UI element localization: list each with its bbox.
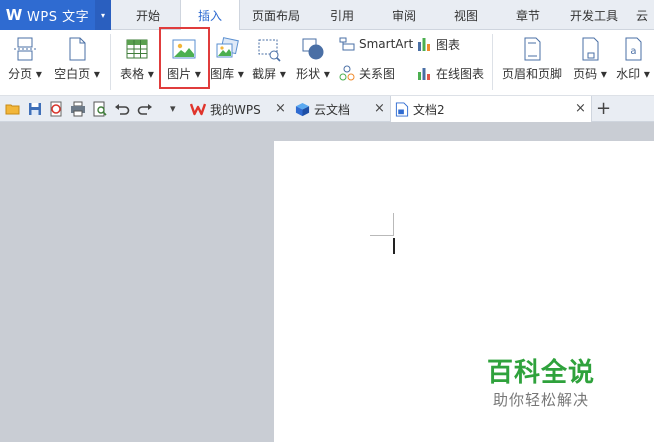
shapes-button[interactable]: 形状 ▾ bbox=[292, 30, 334, 96]
word-document-icon bbox=[395, 102, 409, 117]
document-tab-bar: ▾ 我的WPS × 云文档 × 文档2 × + bbox=[0, 96, 654, 123]
app-menu-button[interactable]: W WPS 文字 ▾ bbox=[0, 0, 111, 30]
document-page[interactable] bbox=[274, 141, 654, 442]
watermark-button[interactable]: a 水印 ▾ bbox=[612, 30, 654, 96]
header-footer-label: 页眉和页脚 bbox=[501, 67, 562, 81]
table-button[interactable]: 表格 ▾ bbox=[116, 30, 158, 96]
undo-icon[interactable] bbox=[114, 101, 130, 117]
svg-text:a: a bbox=[630, 46, 636, 57]
menu-tab-chapter[interactable]: 章节 bbox=[502, 0, 554, 30]
new-tab-plus-icon[interactable]: + bbox=[596, 96, 611, 122]
tab-cloud-docs[interactable]: 云文档 bbox=[295, 96, 350, 122]
smartart-label: SmartArt bbox=[359, 37, 414, 51]
page-break-label: 分页 ▾ bbox=[8, 67, 42, 81]
online-chart-label: 在线图表 bbox=[436, 66, 485, 81]
table-icon bbox=[126, 39, 148, 59]
header-footer-icon bbox=[524, 37, 541, 61]
ribbon-insert: 分页 ▾ 空白页 ▾ 表格 ▾ 图片 ▾ 图库 ▾ 截屏 ▾ 形状 ▾ Smar… bbox=[0, 30, 654, 96]
tab-list-dropdown-icon[interactable]: ▾ bbox=[170, 96, 176, 122]
menu-tab-page-layout[interactable]: 页面布局 bbox=[244, 0, 308, 30]
menu-tab-cloud[interactable]: 云 bbox=[636, 0, 654, 30]
menu-tab-view[interactable]: 视图 bbox=[440, 0, 492, 30]
wps-logo-icon: W bbox=[5, 6, 23, 24]
watermark-label: 水印 ▾ bbox=[616, 67, 650, 81]
export-pdf-icon[interactable] bbox=[48, 101, 64, 117]
online-chart-button[interactable]: 在线图表 bbox=[416, 63, 484, 83]
tab-my-wps-close-icon[interactable]: × bbox=[275, 96, 286, 122]
menu-bar: W WPS 文字 ▾ 开始 插入 页面布局 引用 审阅 视图 章节 开发工具 云 bbox=[0, 0, 654, 31]
smartart-icon bbox=[339, 37, 355, 51]
tab-document-2-close-icon[interactable]: × bbox=[575, 96, 586, 122]
gallery-icon bbox=[216, 37, 239, 58]
save-icon[interactable] bbox=[27, 101, 43, 117]
margin-corner-mark bbox=[370, 235, 394, 236]
relation-chart-icon bbox=[339, 65, 355, 81]
cloud-cube-icon bbox=[295, 102, 310, 116]
text-cursor bbox=[393, 238, 395, 254]
tab-my-wps-label: 我的WPS bbox=[210, 102, 261, 117]
online-chart-icon bbox=[418, 68, 430, 80]
watermark-brand-title: 百科全说 bbox=[487, 358, 596, 388]
watermark-brand-subtitle: 助你轻松解决 bbox=[493, 391, 590, 409]
shapes-label: 形状 ▾ bbox=[296, 67, 330, 81]
ribbon-separator bbox=[492, 34, 493, 90]
page-break-button[interactable]: 分页 ▾ bbox=[4, 30, 46, 96]
margin-corner-mark bbox=[393, 213, 394, 235]
ribbon-separator bbox=[110, 34, 111, 90]
relation-chart-label: 关系图 bbox=[359, 66, 396, 81]
menu-tab-developer[interactable]: 开发工具 bbox=[564, 0, 624, 30]
menu-tab-references[interactable]: 引用 bbox=[316, 0, 368, 30]
chart-button[interactable]: 图表 bbox=[416, 34, 460, 54]
relation-chart-button[interactable]: 关系图 bbox=[339, 63, 395, 83]
screenshot-icon bbox=[258, 39, 281, 62]
table-label: 表格 ▾ bbox=[120, 67, 154, 81]
watermark-icon: a bbox=[625, 37, 642, 61]
tab-cloud-docs-label: 云文档 bbox=[314, 102, 351, 117]
tab-document-2-label: 文档2 bbox=[413, 103, 445, 117]
chart-label: 图表 bbox=[436, 37, 461, 52]
redo-icon[interactable] bbox=[137, 101, 153, 117]
page-number-label: 页码 ▾ bbox=[573, 67, 607, 81]
blank-page-icon bbox=[69, 37, 86, 61]
gallery-label: 图库 ▾ bbox=[210, 67, 244, 81]
wps-w-icon bbox=[190, 103, 206, 116]
smartart-button[interactable]: SmartArt bbox=[339, 34, 413, 54]
bar-chart-icon bbox=[418, 38, 430, 51]
open-folder-icon[interactable] bbox=[5, 101, 21, 117]
blank-page-label: 空白页 ▾ bbox=[54, 67, 100, 81]
print-preview-icon[interactable] bbox=[92, 101, 108, 117]
tab-cloud-docs-close-icon[interactable]: × bbox=[374, 96, 385, 122]
print-icon[interactable] bbox=[70, 101, 86, 117]
menu-tab-review[interactable]: 审阅 bbox=[378, 0, 430, 30]
page-number-icon bbox=[582, 37, 599, 61]
page-break-icon bbox=[14, 37, 36, 61]
shapes-icon bbox=[302, 38, 324, 60]
screenshot-label: 截屏 ▾ bbox=[252, 67, 286, 81]
header-footer-button[interactable]: 页眉和页脚 bbox=[498, 30, 566, 96]
page-number-button[interactable]: 页码 ▾ bbox=[569, 30, 611, 96]
picture-button-highlight bbox=[159, 27, 210, 89]
gallery-button[interactable]: 图库 ▾ bbox=[208, 30, 246, 96]
app-dropdown-arrow-icon[interactable]: ▾ bbox=[95, 0, 111, 30]
app-name: WPS 文字 bbox=[27, 9, 90, 25]
screenshot-button[interactable]: 截屏 ▾ bbox=[249, 30, 289, 96]
tab-my-wps[interactable]: 我的WPS bbox=[190, 96, 261, 122]
tab-document-2[interactable]: 文档2 bbox=[390, 96, 592, 123]
menu-tab-home[interactable]: 开始 bbox=[124, 0, 172, 30]
blank-page-button[interactable]: 空白页 ▾ bbox=[50, 30, 104, 96]
